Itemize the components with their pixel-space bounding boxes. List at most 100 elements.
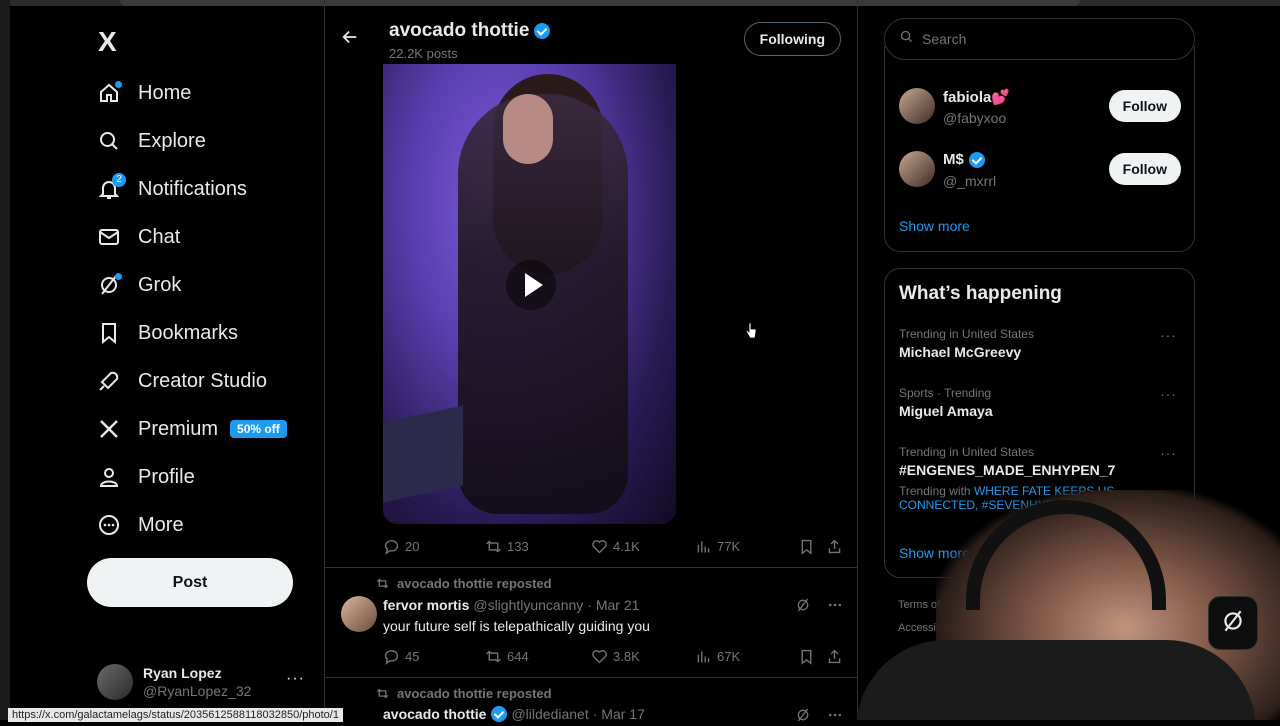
- tweet-header: fervor mortis @slightlyuncanny · Mar 21: [383, 597, 639, 613]
- repost-count: 133: [507, 539, 529, 554]
- back-arrow-icon[interactable]: [341, 28, 359, 52]
- follow-button[interactable]: Follow: [1108, 90, 1181, 122]
- views-count: 67K: [717, 649, 741, 664]
- window-edge: [0, 0, 10, 720]
- tweet-actions: 45 644 3.8K 67K: [383, 648, 843, 668]
- video-scene-face: [503, 94, 553, 164]
- person-icon: [86, 465, 132, 489]
- repost-button[interactable]: 133: [485, 538, 529, 555]
- nav-label-profile: Profile: [138, 465, 195, 488]
- nav-item-notifications[interactable]: 2 Notifications: [86, 165, 247, 213]
- post-actions: 20 133 4.1K 77K: [383, 538, 843, 558]
- video-thumbnail[interactable]: [383, 64, 676, 524]
- reply-button[interactable]: 20: [383, 538, 419, 555]
- views-button[interactable]: 77K: [695, 538, 740, 555]
- tweet-author-name[interactable]: fervor mortis: [383, 597, 469, 613]
- more-icon[interactable]: ···: [1160, 327, 1177, 343]
- heart-icon: [592, 650, 607, 664]
- rocket-icon: [86, 369, 132, 393]
- suggestion-name: fabiola💕: [943, 89, 1011, 106]
- repost-label: avocado thottie reposted: [397, 576, 552, 591]
- suggestion-handle: @fabyxoo: [943, 110, 1007, 126]
- nav-label-bookmarks: Bookmarks: [138, 321, 239, 344]
- reply-count: 20: [405, 539, 420, 554]
- repost-button[interactable]: 644: [485, 648, 529, 665]
- views-count: 77K: [717, 539, 741, 554]
- avatar[interactable]: [341, 596, 377, 632]
- following-button[interactable]: Following: [743, 22, 841, 56]
- bookmark-button[interactable]: [798, 538, 820, 555]
- reply-count: 45: [405, 649, 420, 664]
- grok-floating-button[interactable]: [1208, 596, 1258, 650]
- trend-name: #ENGENES_MADE_ENHYPEN_7: [899, 462, 1116, 478]
- nav-item-creator-studio[interactable]: Creator Studio: [86, 357, 267, 405]
- tweet-text: your future self is telepathically guidi…: [383, 618, 650, 634]
- nav-item-home[interactable]: Home: [86, 69, 191, 117]
- reply-button[interactable]: 45: [383, 648, 419, 665]
- x-logo[interactable]: X: [98, 26, 117, 58]
- nav-label-creator-studio: Creator Studio: [138, 369, 267, 392]
- verified-badge-icon: [534, 23, 551, 39]
- repost-icon: [486, 650, 501, 663]
- suggestion-name: M$: [943, 151, 964, 168]
- show-more-link[interactable]: Show more: [899, 218, 970, 234]
- bookmark-icon: [801, 539, 812, 555]
- trend-name: Michael McGreevy: [899, 344, 1022, 360]
- nav-label-more: More: [138, 513, 184, 536]
- more-icon[interactable]: ···: [1160, 386, 1177, 402]
- mail-icon: [86, 225, 132, 249]
- nav-item-chat[interactable]: Chat: [86, 213, 180, 261]
- nav-label-grok: Grok: [138, 273, 182, 296]
- repost-indicator[interactable]: avocado thottie reposted: [361, 686, 552, 701]
- account-switcher[interactable]: Ryan Lopez @RyanLopez_32 ···: [97, 660, 319, 704]
- post-button[interactable]: Post: [87, 558, 293, 607]
- page-title: avocado thottie: [389, 20, 551, 42]
- trend-item[interactable]: Sports · Trending Miguel Amaya ···: [899, 386, 1181, 419]
- nav-item-grok[interactable]: Grok: [86, 261, 181, 309]
- repost-icon: [361, 577, 389, 590]
- grok-icon[interactable]: [795, 707, 811, 726]
- who-to-follow-panel: fabiola💕 @fabyxoo Follow M$ @_mxrrl Foll…: [884, 46, 1195, 252]
- tweet-author-handle[interactable]: @slightlyuncanny: [473, 597, 583, 613]
- nav-label-explore: Explore: [138, 129, 206, 152]
- repost-count: 644: [507, 649, 529, 664]
- like-button[interactable]: 3.8K: [591, 648, 640, 665]
- grok-icon[interactable]: [795, 597, 811, 616]
- tweet-date[interactable]: · Mar 21: [587, 597, 639, 613]
- grok-unread-dot: [115, 273, 122, 280]
- nav-label-home: Home: [138, 81, 192, 104]
- follow-button[interactable]: Follow: [1108, 153, 1181, 185]
- nav-item-more[interactable]: More: [86, 501, 184, 549]
- bookmark-button[interactable]: [798, 648, 820, 665]
- more-icon[interactable]: ···: [1160, 445, 1177, 461]
- reply-icon: [384, 650, 399, 665]
- nav-item-bookmarks[interactable]: Bookmarks: [86, 309, 238, 357]
- account-name: Ryan Lopez: [143, 665, 222, 681]
- play-button-icon[interactable]: [506, 260, 556, 310]
- nav-item-explore[interactable]: Explore: [86, 117, 206, 165]
- divider: [325, 567, 857, 568]
- home-icon: [86, 81, 132, 105]
- trend-meta: Trending in United States: [899, 327, 1034, 341]
- follow-suggestion[interactable]: fabiola💕 @fabyxoo Follow: [899, 88, 1181, 128]
- like-count: 4.1K: [613, 539, 640, 554]
- nav-item-profile[interactable]: Profile: [86, 453, 195, 501]
- follow-suggestion[interactable]: M$ @_mxrrl Follow: [899, 151, 1181, 191]
- account-more-icon[interactable]: ···: [286, 670, 305, 688]
- repost-icon: [486, 540, 501, 553]
- notifications-badge: 2: [112, 173, 126, 187]
- repost-indicator[interactable]: avocado thottie reposted: [361, 576, 552, 591]
- views-button[interactable]: 67K: [695, 648, 740, 665]
- trend-item[interactable]: Trending in United States Michael McGree…: [899, 327, 1181, 360]
- like-count: 3.8K: [613, 649, 640, 664]
- views-icon: [697, 541, 710, 553]
- post-count: 22.2K posts: [389, 46, 458, 61]
- nav-item-premium[interactable]: Premium 50% off: [86, 405, 287, 453]
- nav-label-premium: Premium: [138, 417, 219, 440]
- like-button[interactable]: 4.1K: [591, 538, 640, 555]
- heart-icon: [592, 540, 607, 554]
- grok-icon: [86, 273, 132, 297]
- more-circle-icon: [86, 513, 132, 537]
- search-input[interactable]: [922, 31, 1172, 47]
- views-icon: [697, 651, 710, 663]
